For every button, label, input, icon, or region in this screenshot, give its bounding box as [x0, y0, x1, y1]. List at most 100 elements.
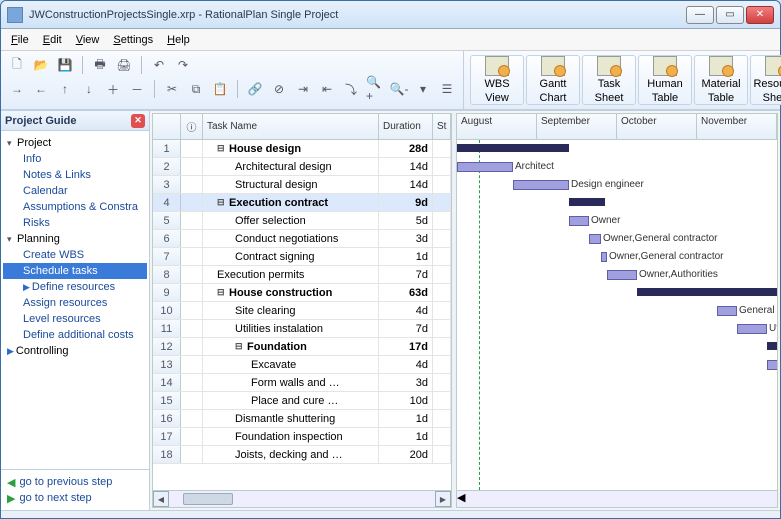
info-cell[interactable]	[181, 176, 203, 193]
menu-file[interactable]: File	[5, 32, 35, 48]
arrow-up-icon[interactable]: ↑	[55, 79, 75, 99]
paste-icon[interactable]: 📋	[210, 79, 230, 99]
task-bar[interactable]	[717, 306, 737, 316]
task-name-cell[interactable]: Joists, decking and …	[203, 446, 379, 463]
start-cell[interactable]	[433, 446, 451, 463]
expand-icon[interactable]: ⊟	[235, 341, 245, 352]
table-row[interactable]: 17Foundation inspection1d	[153, 428, 451, 446]
info-cell[interactable]	[181, 284, 203, 301]
start-cell[interactable]	[433, 194, 451, 211]
info-cell[interactable]	[181, 410, 203, 427]
info-cell[interactable]	[181, 194, 203, 211]
month-header[interactable]: September	[537, 114, 617, 139]
col-taskname[interactable]: Task Name	[203, 114, 379, 139]
summary-bar[interactable]	[569, 198, 605, 206]
undo-icon[interactable]: ↶	[149, 55, 169, 75]
add-icon[interactable]: ＋	[103, 79, 123, 99]
col-st[interactable]: St	[433, 114, 451, 139]
menu-view[interactable]: View	[70, 32, 106, 48]
duration-cell[interactable]: 4d	[379, 302, 433, 319]
start-cell[interactable]	[433, 212, 451, 229]
task-bar[interactable]	[457, 162, 513, 172]
tree-item-schedule-tasks[interactable]: Schedule tasks	[3, 263, 147, 279]
table-row[interactable]: 18Joists, decking and …20d	[153, 446, 451, 464]
task-name-cell[interactable]: Conduct negotiations	[203, 230, 379, 247]
duration-cell[interactable]: 10d	[379, 392, 433, 409]
sidebar-close-icon[interactable]: ✕	[131, 114, 145, 128]
tree-item-project[interactable]: ▾Project	[3, 135, 147, 151]
task-name-cell[interactable]: ⊟House design	[203, 140, 379, 157]
task-name-cell[interactable]: ⊟Execution contract	[203, 194, 379, 211]
copy-icon[interactable]: ⧉	[186, 79, 206, 99]
start-cell[interactable]	[433, 302, 451, 319]
print-preview-icon[interactable]: 🖶	[90, 55, 110, 75]
row-number[interactable]: 18	[153, 446, 181, 463]
task-name-cell[interactable]: Foundation inspection	[203, 428, 379, 445]
expand-icon[interactable]: ▾	[7, 138, 17, 149]
form-icon[interactable]: ☰	[437, 79, 457, 99]
table-row[interactable]: 14Form walls and …3d	[153, 374, 451, 392]
task-name-cell[interactable]: ⊟House construction	[203, 284, 379, 301]
open-icon[interactable]: 📂	[31, 55, 51, 75]
table-row[interactable]: 9⊟House construction63d	[153, 284, 451, 302]
row-number[interactable]: 2	[153, 158, 181, 175]
link-icon[interactable]: 🔗	[245, 79, 265, 99]
expand-icon[interactable]: ▾	[7, 234, 17, 245]
tree-item-notes-links[interactable]: Notes & Links	[3, 167, 147, 183]
redo-icon[interactable]: ↷	[173, 55, 193, 75]
start-cell[interactable]	[433, 284, 451, 301]
human-table-button[interactable]: HumanTable	[638, 55, 692, 105]
print-icon[interactable]: 🖨	[114, 55, 134, 75]
tree-item-risks[interactable]: Risks	[3, 215, 147, 231]
info-cell[interactable]	[181, 158, 203, 175]
task-bar[interactable]	[589, 234, 601, 244]
scroll-thumb[interactable]	[183, 493, 233, 505]
tree-item-planning[interactable]: ▾Planning	[3, 231, 147, 247]
task-bar[interactable]	[767, 360, 777, 370]
row-number[interactable]: 16	[153, 410, 181, 427]
expand-icon[interactable]: ⊟	[217, 197, 227, 208]
task-name-cell[interactable]: Excavate	[203, 356, 379, 373]
row-number[interactable]: 3	[153, 176, 181, 193]
wbs-view-button[interactable]: WBSView	[470, 55, 524, 105]
start-cell[interactable]	[433, 392, 451, 409]
duration-cell[interactable]: 17d	[379, 338, 433, 355]
tree-item-define-additional-costs[interactable]: Define additional costs	[3, 327, 147, 343]
duration-cell[interactable]: 14d	[379, 176, 433, 193]
duration-cell[interactable]: 7d	[379, 266, 433, 283]
arrow-left-icon[interactable]: ←	[31, 79, 51, 99]
info-cell[interactable]	[181, 248, 203, 265]
task-name-cell[interactable]: Site clearing	[203, 302, 379, 319]
table-row[interactable]: 11Utilities instalation7d	[153, 320, 451, 338]
tree-item-info[interactable]: Info	[3, 151, 147, 167]
start-cell[interactable]	[433, 356, 451, 373]
start-cell[interactable]	[433, 374, 451, 391]
task-bar[interactable]	[569, 216, 589, 226]
prev-step-link[interactable]: ◀go to previous step	[7, 474, 143, 490]
grid-h-scrollbar[interactable]: ◀ ▶	[153, 490, 451, 507]
duration-cell[interactable]: 5d	[379, 212, 433, 229]
tree-item-controlling[interactable]: ▶Controlling	[3, 343, 147, 359]
table-row[interactable]: 16Dismantle shuttering1d	[153, 410, 451, 428]
summary-bar[interactable]	[767, 342, 777, 350]
table-row[interactable]: 7Contract signing1d	[153, 248, 451, 266]
tree-item-define-resources[interactable]: ▶Define resources	[3, 279, 147, 295]
row-number[interactable]: 1	[153, 140, 181, 157]
task-name-cell[interactable]: ⊟Foundation	[203, 338, 379, 355]
scroll-right-icon[interactable]: ▶	[457, 504, 777, 508]
info-cell[interactable]	[181, 302, 203, 319]
resource-sheet-button[interactable]: ResourceSheet	[750, 55, 781, 105]
remove-icon[interactable]: －	[127, 79, 147, 99]
dropdown-icon[interactable]: ▾	[413, 79, 433, 99]
outdent-icon[interactable]: ⇤	[317, 79, 337, 99]
task-bar[interactable]	[601, 252, 607, 262]
start-cell[interactable]	[433, 176, 451, 193]
tree-item-create-wbs[interactable]: Create WBS	[3, 247, 147, 263]
task-name-cell[interactable]: Offer selection	[203, 212, 379, 229]
duration-cell[interactable]: 4d	[379, 356, 433, 373]
task-bar[interactable]	[607, 270, 637, 280]
info-cell[interactable]	[181, 392, 203, 409]
table-row[interactable]: 12⊟Foundation17d	[153, 338, 451, 356]
table-row[interactable]: 15Place and cure …10d	[153, 392, 451, 410]
duration-cell[interactable]: 3d	[379, 230, 433, 247]
